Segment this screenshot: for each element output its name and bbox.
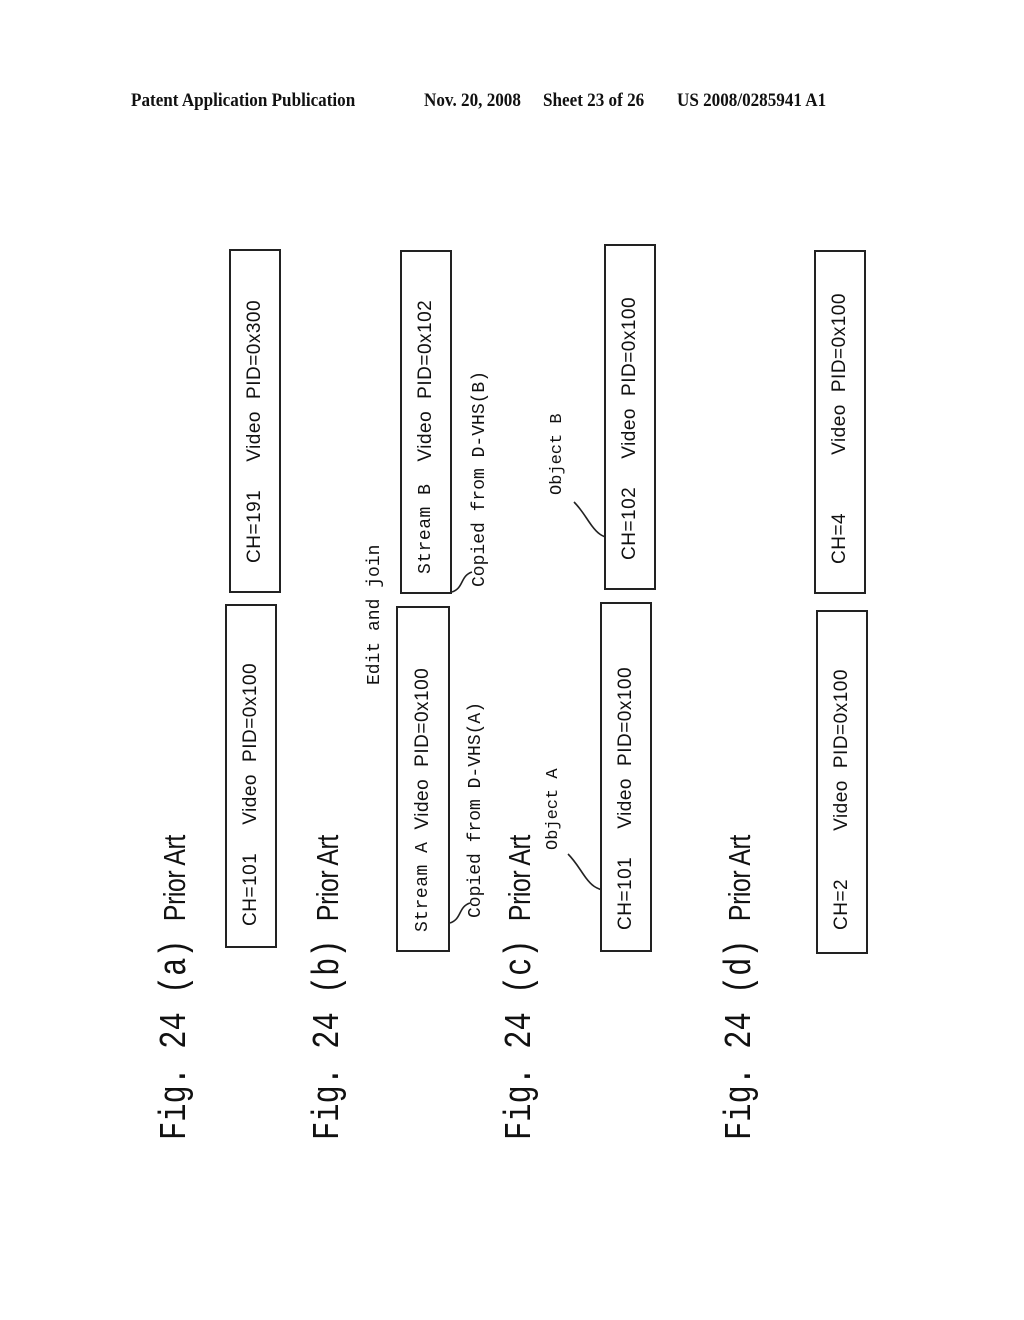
channel-value: CH=101 <box>615 856 636 930</box>
prior-art-label: Prior Art <box>722 835 757 922</box>
pid-value: PID=0x100 <box>619 296 640 396</box>
stream-type: Video <box>240 773 261 825</box>
prior-art-label: Prior Art <box>502 835 537 922</box>
object-label: Object A <box>544 768 563 850</box>
stream-name: Stream B <box>416 483 436 574</box>
prior-art-label: Prior Art <box>310 835 345 922</box>
stream-type: Video <box>244 410 265 462</box>
stream-type: Video <box>415 410 436 462</box>
pid-value: PID=0x100 <box>412 667 433 767</box>
edit-and-join-annotation: Edit and join <box>365 544 385 685</box>
stream-type: Video <box>831 780 852 831</box>
object-label: Object B <box>548 413 567 495</box>
stream-type: Video <box>619 407 640 459</box>
page-header: Patent Application Publication Nov. 20, … <box>0 90 1024 114</box>
channel-value: CH=101 <box>240 852 261 926</box>
channel-box: CH=2 Video PID=0x100 <box>816 610 868 954</box>
stream-name: Stream A <box>413 841 433 932</box>
pid-value: PID=0x300 <box>244 299 265 399</box>
prior-art-label: Prior Art <box>157 835 192 922</box>
pid-value: PID=0x100 <box>615 666 636 766</box>
pid-value: PID=0x100 <box>831 669 852 769</box>
channel-box: CH=191 Video PID=0x300 <box>229 249 281 593</box>
channel-value: CH=102 <box>619 486 640 560</box>
patent-number: US 2008/0285941 A1 <box>677 90 827 111</box>
stream-type: Video <box>615 777 636 829</box>
pid-value: PID=0x100 <box>240 662 261 762</box>
publication-type: Patent Application Publication <box>131 90 356 111</box>
stream-box: Stream B Video PID=0x102 <box>400 250 452 594</box>
figure-title: Fig. 24 (d) Prior Art <box>719 835 762 1140</box>
copy-source-note: Copied from D-VHS(A) <box>466 701 486 918</box>
object-box: CH=101 Video PID=0x100 <box>600 602 652 952</box>
stream-type: Video <box>829 404 850 455</box>
sheet-number: Sheet 23 of 26 <box>543 90 645 111</box>
pid-value: PID=0x100 <box>829 293 850 393</box>
copy-source-note: Copied from D-VHS(B) <box>470 370 490 587</box>
object-box: CH=102 Video PID=0x100 <box>604 244 656 590</box>
stream-type: Video <box>412 778 433 830</box>
stream-box: Stream A Video PID=0x100 <box>396 606 450 952</box>
figure-title: Fig. 24 (c) Prior Art <box>499 835 542 1140</box>
figure-title: Fig. 24 (a) Prior Art <box>154 835 197 1140</box>
channel-value: CH=4 <box>829 512 850 564</box>
channel-value: CH=2 <box>831 878 852 930</box>
figure-title: Fig. 24 (b) Prior Art <box>307 835 350 1140</box>
channel-box: CH=4 Video PID=0x100 <box>814 250 866 594</box>
channel-box: CH=101 Video PID=0x100 <box>225 604 277 948</box>
channel-value: CH=191 <box>244 489 265 563</box>
publication-date: Nov. 20, 2008 <box>424 90 521 111</box>
pid-value: PID=0x102 <box>415 299 436 399</box>
